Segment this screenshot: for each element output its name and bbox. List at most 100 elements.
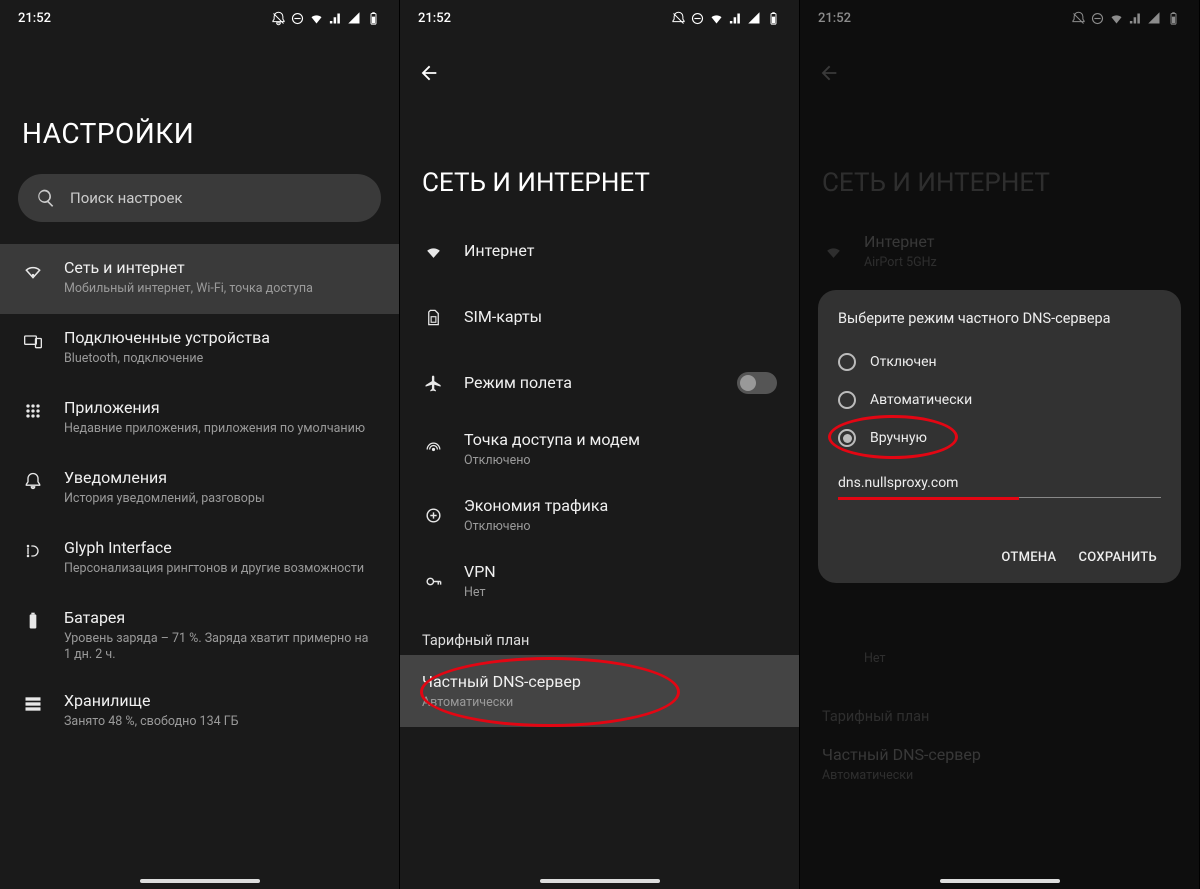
radio-off[interactable]: Отключен	[838, 343, 1161, 381]
settings-item-storage[interactable]: Хранилище Занято 48 %, свободно 134 ГБ	[0, 677, 399, 747]
annotation-underline	[838, 497, 1019, 500]
item-title: Батарея	[64, 608, 377, 629]
back-button[interactable]	[400, 32, 799, 88]
back-arrow-icon	[418, 62, 440, 84]
dialog-title: Выберите режим частного DNS-сервера	[838, 310, 1161, 327]
airplane-toggle[interactable]	[737, 372, 777, 394]
phone-screen-2: 21:52 СЕТЬ И ИНТЕРНЕТ Интернет SIM-карты…	[400, 0, 800, 889]
dns-dialog: Выберите режим частного DNS-сервера Откл…	[818, 290, 1181, 583]
settings-item-network[interactable]: Сеть и интернет Мобильный интернет, Wi-F…	[0, 244, 399, 314]
phone-screen-3: 21:52 СЕТЬ И ИНТЕРНЕТ Интернет AirPort 5…	[800, 0, 1200, 889]
wifi-icon	[309, 11, 324, 26]
item-title: SIM-карты	[464, 307, 777, 328]
item-title: Хранилище	[64, 691, 377, 712]
radio-label: Отключен	[870, 354, 937, 370]
item-title: VPN	[464, 562, 777, 583]
vpn-icon	[424, 572, 443, 591]
radio-label: Автоматически	[870, 392, 972, 408]
item-title: Режим полета	[464, 373, 717, 394]
status-icons	[671, 11, 781, 26]
status-bar: 21:52	[400, 0, 799, 32]
storage-icon	[23, 694, 43, 714]
item-title: Интернет	[464, 241, 777, 262]
net-item-hotspot[interactable]: Точка доступа и модем Отключено	[400, 416, 799, 482]
radio-icon	[838, 429, 856, 447]
item-sub: Отключено	[464, 453, 777, 468]
item-sub: Занято 48 %, свободно 134 ГБ	[64, 714, 377, 730]
hotspot-icon	[424, 440, 443, 459]
item-sub: Отключено	[464, 519, 777, 534]
signal-icon	[328, 11, 343, 26]
radio-icon	[838, 391, 856, 409]
radio-auto[interactable]: Автоматически	[838, 381, 1161, 419]
item-title: Частный DNS-сервер	[422, 672, 777, 693]
radio-manual[interactable]: Вручную	[838, 419, 1161, 457]
airplane-icon	[424, 374, 443, 393]
wifi-icon	[23, 261, 43, 281]
item-title: Glyph Interface	[64, 538, 377, 559]
sim-icon	[424, 308, 443, 327]
bell-icon	[23, 471, 43, 491]
net-item-datasaver[interactable]: Экономия трафика Отключено	[400, 482, 799, 548]
status-icons	[271, 11, 381, 26]
circle-icon	[290, 11, 305, 26]
network-list: Интернет SIM-карты Режим полета Точка до…	[400, 218, 799, 727]
net-item-vpn[interactable]: VPN Нет	[400, 548, 799, 614]
status-bar: 21:52	[0, 0, 399, 32]
dnd-icon	[271, 11, 286, 26]
home-indicator[interactable]	[940, 879, 1060, 883]
page-title: СЕТЬ И ИНТЕРНЕТ	[400, 88, 799, 218]
status-time: 21:52	[18, 11, 51, 26]
radio-icon	[838, 353, 856, 371]
home-indicator[interactable]	[540, 879, 660, 883]
item-sub: История уведомлений, разговоры	[64, 491, 377, 507]
item-title: Точка доступа и модем	[464, 430, 777, 451]
settings-item-devices[interactable]: Подключенные устройства Bluetooth, подкл…	[0, 314, 399, 384]
item-sub: Нет	[464, 585, 777, 600]
circle-icon	[690, 11, 705, 26]
search-icon	[36, 188, 56, 208]
settings-item-apps[interactable]: Приложения Недавние приложения, приложен…	[0, 384, 399, 454]
dnd-icon	[671, 11, 686, 26]
radio-label: Вручную	[870, 430, 927, 446]
net-item-dns[interactable]: Частный DNS-сервер Автоматически	[400, 655, 799, 727]
settings-item-battery[interactable]: Батарея Уровень заряда – 71 %. Заряда хв…	[0, 594, 399, 677]
section-plan: Тарифный план	[400, 614, 799, 655]
battery-icon	[366, 11, 381, 26]
wifi-icon	[424, 242, 443, 261]
signal2-icon	[347, 11, 362, 26]
settings-list: Сеть и интернет Мобильный интернет, Wi-F…	[0, 244, 399, 747]
settings-item-notifications[interactable]: Уведомления История уведомлений, разгово…	[0, 454, 399, 524]
item-title: Уведомления	[64, 468, 377, 489]
page-title: НАСТРОЙКИ	[0, 32, 399, 174]
item-sub: Недавние приложения, приложения по умолч…	[64, 421, 377, 437]
item-sub: Персонализация рингтонов и другие возмож…	[64, 561, 377, 577]
cancel-button[interactable]: ОТМЕНА	[1001, 550, 1056, 565]
item-title: Экономия трафика	[464, 496, 777, 517]
item-sub: Мобильный интернет, Wi-Fi, точка доступа	[64, 281, 377, 297]
search-input[interactable]: Поиск настроек	[18, 174, 381, 222]
item-sub: Уровень заряда – 71 %. Заряда хватит при…	[64, 631, 377, 664]
item-sub: Автоматически	[422, 695, 777, 710]
datasaver-icon	[424, 506, 443, 525]
phone-screen-1: 21:52 НАСТРОЙКИ Поиск настроек Сеть и ин…	[0, 0, 400, 889]
apps-icon	[23, 401, 43, 421]
signal-icon	[728, 11, 743, 26]
battery-icon	[23, 611, 43, 631]
item-sub: Bluetooth, подключение	[64, 351, 377, 367]
item-title: Подключенные устройства	[64, 328, 377, 349]
glyph-icon	[23, 541, 43, 561]
search-placeholder: Поиск настроек	[70, 189, 183, 207]
item-title: Приложения	[64, 398, 377, 419]
save-button[interactable]: СОХРАНИТЬ	[1078, 550, 1157, 565]
battery-icon	[766, 11, 781, 26]
item-title: Сеть и интернет	[64, 258, 377, 279]
home-indicator[interactable]	[140, 879, 260, 883]
settings-item-glyph[interactable]: Glyph Interface Персонализация рингтонов…	[0, 524, 399, 594]
net-item-internet[interactable]: Интернет	[400, 218, 799, 284]
wifi-icon	[709, 11, 724, 26]
net-item-sim[interactable]: SIM-карты	[400, 284, 799, 350]
signal2-icon	[747, 11, 762, 26]
net-item-airplane[interactable]: Режим полета	[400, 350, 799, 416]
dns-hostname-input[interactable]: dns.nullsproxy.com	[838, 475, 1161, 498]
